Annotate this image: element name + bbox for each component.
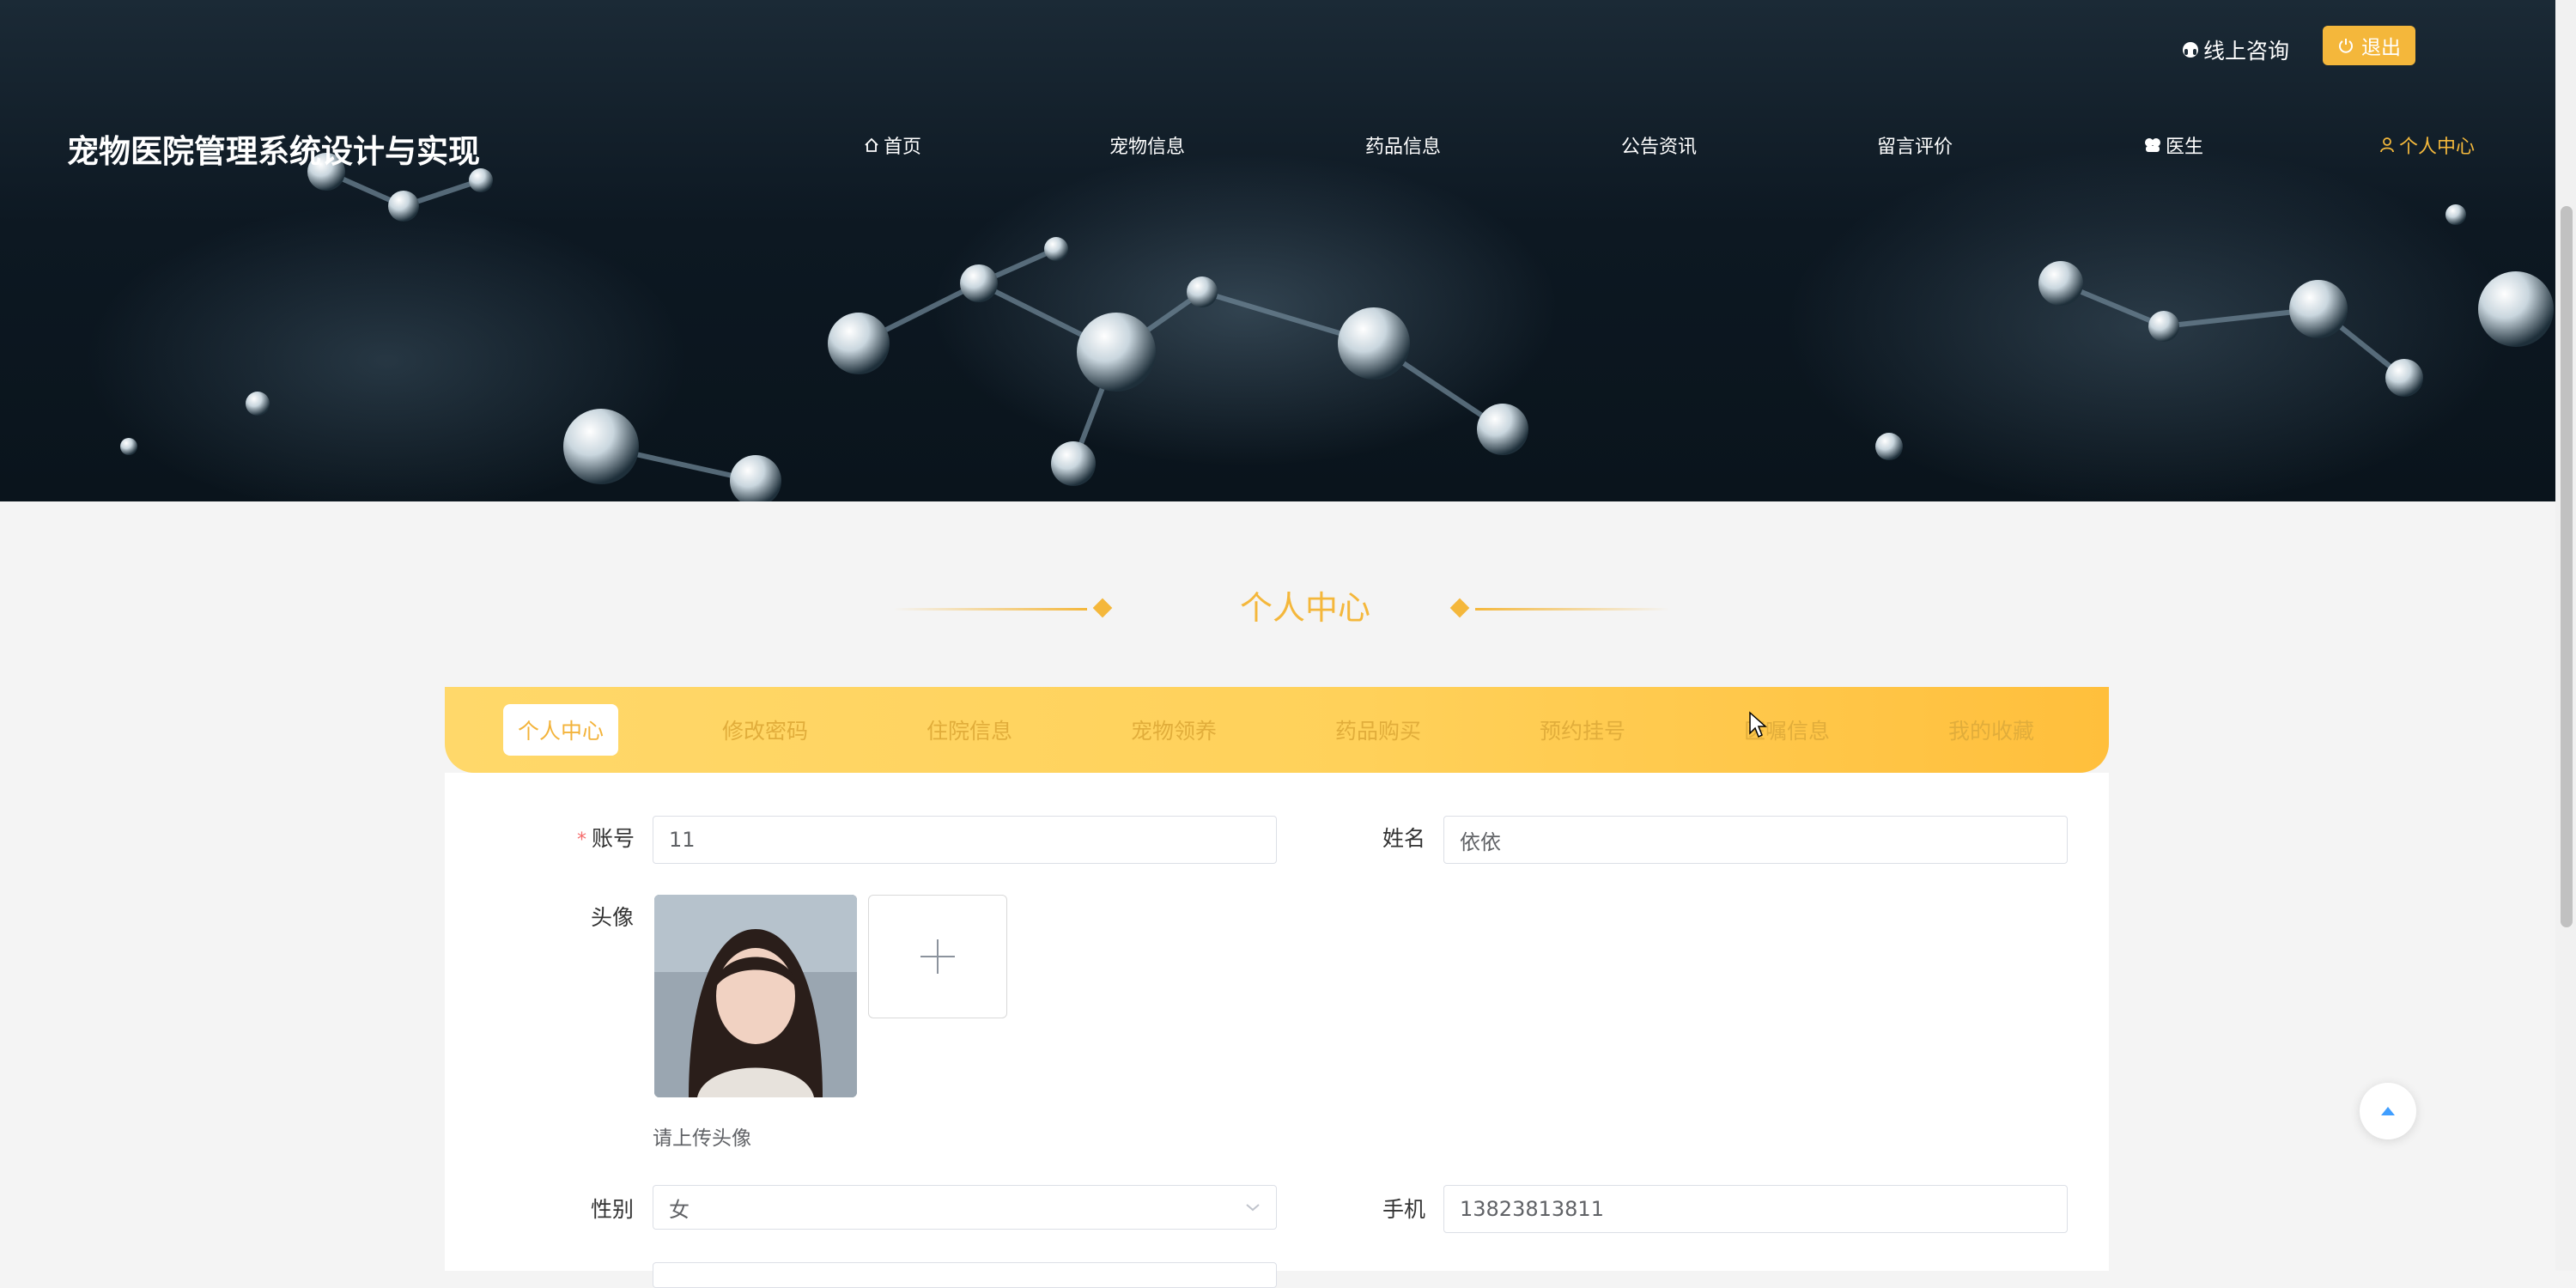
nav-doctor[interactable]: 医生 (2143, 131, 2203, 160)
nav-messages[interactable]: 留言评价 (1877, 131, 1953, 160)
name-value: 依依 (1460, 829, 1501, 854)
back-to-top-button[interactable] (2360, 1083, 2416, 1139)
nav-personal-center-label: 个人中心 (2399, 137, 2476, 158)
nav-personal-center[interactable]: 个人中心 (2379, 131, 2475, 160)
title-deco-line-left (893, 608, 1087, 611)
tab-change-password[interactable]: 修改密码 (708, 704, 823, 756)
avatar-upload-hint: 请上传头像 (653, 1127, 751, 1150)
profile-tab-bar: 个人中心 修改密码 住院信息 宠物领养 药品购买 预约挂号 医嘱信息 我的收藏 (445, 687, 2109, 773)
phone-label: 手机 (1382, 1197, 1426, 1222)
avatar-label: 头像 (591, 905, 635, 930)
required-asterisk: * (577, 829, 586, 851)
nav-pet-info-label: 宠物信息 (1109, 137, 1186, 158)
section-title-text: 个人中心 (1239, 589, 1370, 627)
nav-announcements[interactable]: 公告资讯 (1621, 131, 1697, 160)
logout-button[interactable]: 退出 (2323, 26, 2415, 65)
gender-value: 女 (669, 1197, 690, 1222)
page-scrollbar-thumb[interactable] (2561, 206, 2573, 927)
nav-medicine-info[interactable]: 药品信息 (1365, 131, 1441, 160)
tab-medical-orders[interactable]: 医嘱信息 (1729, 704, 1844, 756)
hero-banner: 宠物医院管理系统设计与实现 线上咨询 退出 首页 宠物信息 药品信息 公告资讯 … (0, 0, 2555, 501)
doctor-icon (2145, 138, 2160, 152)
arrow-up-icon (2381, 1107, 2395, 1115)
name-label: 姓名 (1382, 826, 1426, 851)
account-input[interactable]: 11 (653, 816, 1277, 864)
tab-personal-center[interactable]: 个人中心 (503, 704, 618, 756)
title-deco-diamond-left (1092, 598, 1113, 618)
nav-medicine-info-label: 药品信息 (1365, 137, 1442, 158)
nav-messages-label: 留言评价 (1877, 137, 1953, 158)
headset-icon (2183, 42, 2198, 58)
tab-medicine-purchase[interactable]: 药品购买 (1321, 704, 1436, 756)
nav-pet-info[interactable]: 宠物信息 (1109, 131, 1185, 160)
online-consult-link[interactable]: 线上咨询 (2181, 33, 2289, 67)
chevron-down-icon (1246, 1204, 1260, 1212)
tab-pet-adoption[interactable]: 宠物领养 (1116, 704, 1231, 756)
account-label: * 账号 (577, 822, 635, 853)
home-icon (865, 137, 878, 152)
title-deco-line-right (1475, 608, 1669, 611)
avatar-upload-button[interactable] (868, 895, 1007, 1018)
avatar-image[interactable] (654, 895, 857, 1097)
logout-label: 退出 (2361, 37, 2401, 59)
account-label-text: 账号 (592, 826, 635, 851)
power-icon (2339, 39, 2353, 53)
section-title: 个人中心 (893, 575, 1669, 644)
plus-icon (920, 939, 955, 974)
molecule-background (120, 153, 2554, 501)
account-value: 11 (669, 828, 696, 852)
tab-appointments[interactable]: 预约挂号 (1525, 704, 1640, 756)
gender-label: 性别 (591, 1197, 635, 1222)
title-deco-diamond-right (1449, 598, 1470, 618)
nav-announcements-label: 公告资讯 (1621, 137, 1698, 158)
online-consult-label: 线上咨询 (2203, 39, 2290, 64)
mouse-cursor-icon (1749, 711, 1767, 738)
tab-my-favorites[interactable]: 我的收藏 (1934, 704, 2049, 756)
phone-input[interactable]: 13823813811 (1443, 1185, 2068, 1233)
name-input[interactable]: 依依 (1443, 816, 2068, 864)
user-icon (2380, 137, 2394, 153)
site-title: 宠物医院管理系统设计与实现 (67, 133, 480, 170)
nav-home-label: 首页 (884, 137, 922, 158)
nav-doctor-label: 医生 (2166, 137, 2204, 158)
tab-hospitalization[interactable]: 住院信息 (912, 704, 1027, 756)
gender-select[interactable]: 女 (653, 1185, 1277, 1230)
phone-value: 13823813811 (1460, 1197, 1604, 1221)
next-field-input[interactable] (653, 1262, 1277, 1288)
avatar-photo (654, 895, 857, 1097)
nav-home[interactable]: 首页 (863, 131, 921, 160)
